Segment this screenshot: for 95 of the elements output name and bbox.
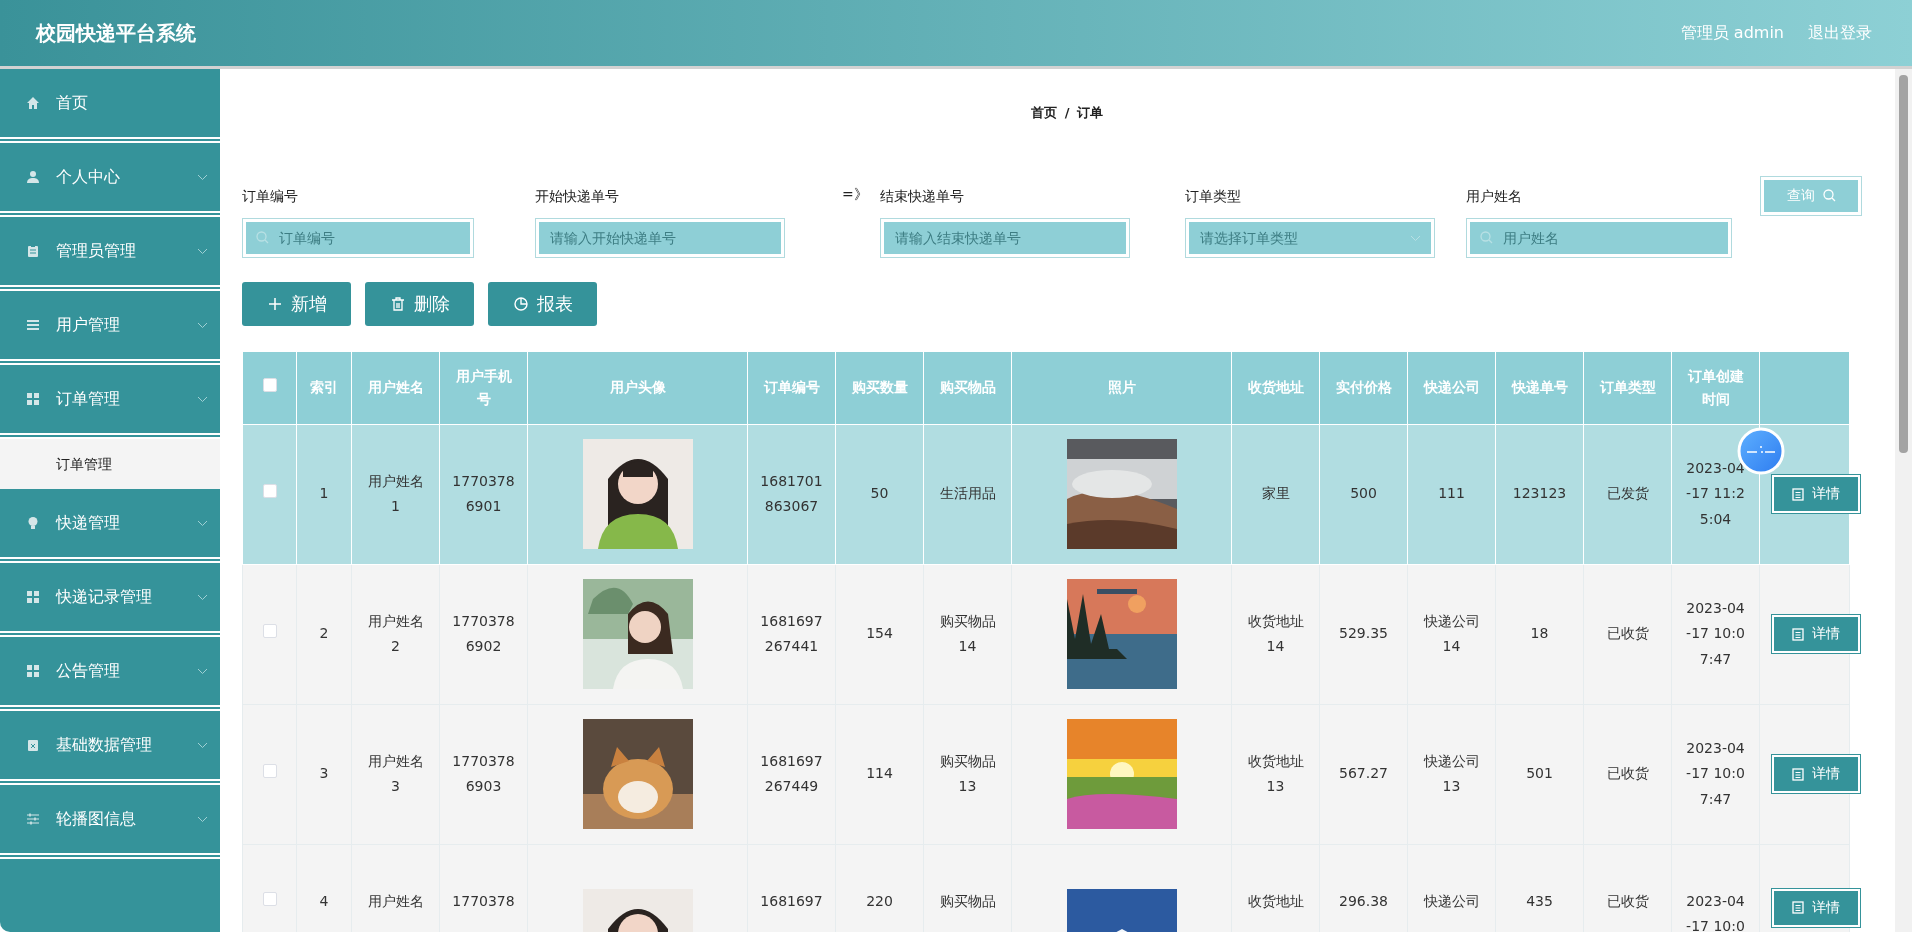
table-cell: 用户姓名 xyxy=(367,892,424,909)
detail-button[interactable]: 详情 xyxy=(1772,888,1860,927)
table-cell: 2023-04-17 10:07:47 xyxy=(1686,600,1745,667)
table-cell: 已收货 xyxy=(1606,892,1649,909)
table-cell: 123123 xyxy=(1512,485,1567,502)
report-button[interactable]: 报表 xyxy=(488,281,597,326)
table-cell: 用户姓名1 xyxy=(367,472,424,514)
table-cell: 296.38 xyxy=(1339,892,1388,909)
table-cell: 3 xyxy=(319,765,329,782)
breadcrumb-item[interactable]: 首页 xyxy=(1030,103,1057,123)
column-header: 订单创建时间 xyxy=(1687,368,1744,407)
table-cell: 已发货 xyxy=(1606,485,1649,502)
table-cell: 2 xyxy=(319,625,329,642)
input-field[interactable]: 订单编号 xyxy=(242,217,474,258)
field-label: 用户姓名 xyxy=(1466,186,1523,206)
admin-name: 管理员 admin xyxy=(1680,22,1784,44)
table-cell: 17703786901 xyxy=(452,472,515,514)
add-button[interactable]: 新增 xyxy=(242,281,351,326)
table-cell: 生活用品 xyxy=(939,485,996,502)
sidebar-item[interactable]: 个人中心 xyxy=(0,143,220,217)
table-cell: 18 xyxy=(1530,625,1549,642)
app-title: 校园快递平台系统 xyxy=(36,20,196,47)
table-cell: 用户姓名2 xyxy=(367,612,424,654)
table-cell: 1681697 xyxy=(760,892,823,909)
table-cell: 快递公司14 xyxy=(1423,612,1480,654)
column-header: 快递公司 xyxy=(1423,379,1480,396)
select-field[interactable]: 请选择订单类型 xyxy=(1185,217,1435,258)
field-label: 订单类型 xyxy=(1185,186,1242,206)
table-cell: 快递公司 xyxy=(1423,892,1480,909)
table-cell: 1681697267449 xyxy=(760,752,823,794)
column-header: 订单编号 xyxy=(763,379,820,396)
table-cell: 收货地址13 xyxy=(1247,752,1304,794)
table-cell: 收货地址 xyxy=(1247,892,1304,909)
column-header: 实付价格 xyxy=(1335,379,1392,396)
table-cell: 购买物品 xyxy=(939,892,996,909)
column-header: 用户头像 xyxy=(609,379,666,396)
range-arrow: =》 xyxy=(842,184,869,204)
column-header: 用户姓名 xyxy=(367,379,424,396)
detail-button[interactable]: 详情 xyxy=(1772,475,1860,513)
input-field[interactable]: 请输入开始快递单号 xyxy=(535,217,785,258)
column-header: 订单类型 xyxy=(1599,379,1656,396)
table-cell: 435 xyxy=(1526,892,1553,909)
table-cell: 收货地址14 xyxy=(1247,612,1304,654)
table-cell: 购买物品14 xyxy=(939,612,996,654)
input-field[interactable]: 请输入结束快递单号 xyxy=(880,217,1130,258)
table-cell: 1681697267441 xyxy=(760,612,823,654)
column-header: 收货地址 xyxy=(1247,379,1304,396)
table-cell: 1 xyxy=(319,485,329,502)
table-cell: 111 xyxy=(1438,485,1465,502)
sidebar-item[interactable]: 快递管理 xyxy=(0,489,220,563)
table-cell: 17703786902 xyxy=(452,612,515,654)
table-cell: 500 xyxy=(1350,485,1377,502)
table-cell: 501 xyxy=(1526,765,1553,782)
table-cell: 2023-04-17 11:25:04 xyxy=(1686,460,1745,527)
detail-button[interactable]: 详情 xyxy=(1772,615,1860,653)
field-label: 结束快递单号 xyxy=(880,186,965,206)
sidebar-item[interactable]: 管理员管理 xyxy=(0,217,220,291)
table-cell: 4 xyxy=(319,892,329,909)
sidebar-item[interactable]: 轮播图信息 xyxy=(0,785,220,859)
detail-button[interactable]: 详情 xyxy=(1772,755,1860,793)
table-cell: 已收货 xyxy=(1606,765,1649,782)
field-label: 开始快递单号 xyxy=(535,186,620,206)
sidebar-item[interactable]: 基础数据管理 xyxy=(0,711,220,785)
input-field[interactable]: 用户姓名 xyxy=(1466,217,1732,258)
column-header: 快递单号 xyxy=(1511,379,1568,396)
breadcrumb-item: 订单 xyxy=(1077,104,1104,122)
table-cell: 50 xyxy=(870,485,889,502)
table-cell: 2023-04-17 10:0 xyxy=(1686,892,1745,932)
sidebar-item[interactable]: 快递记录管理 xyxy=(0,563,220,637)
table-cell: 567.27 xyxy=(1339,765,1388,782)
submenu-item[interactable]: 订单管理 xyxy=(0,439,220,489)
table-cell: 114 xyxy=(866,765,893,782)
column-header: 用户手机号 xyxy=(455,368,512,407)
field-label: 订单编号 xyxy=(242,186,299,206)
table-cell: 已收货 xyxy=(1606,625,1649,642)
sidebar-item[interactable]: 用户管理 xyxy=(0,291,220,365)
table-cell: 家里 xyxy=(1261,485,1290,502)
column-header: 索引 xyxy=(310,379,338,396)
table-cell: 快递公司13 xyxy=(1423,752,1480,794)
sidebar-item[interactable]: 首页 xyxy=(0,69,220,143)
table-cell: 17703786903 xyxy=(452,752,515,794)
table-cell: 1770378 xyxy=(452,892,515,909)
column-header: 购买数量 xyxy=(851,379,908,396)
table-cell: 529.35 xyxy=(1339,625,1388,642)
table-cell: 154 xyxy=(866,625,893,642)
sidebar-item[interactable]: 公告管理 xyxy=(0,637,220,711)
column-header: 购买物品 xyxy=(939,379,996,396)
table-cell: 2023-04-17 10:07:47 xyxy=(1686,740,1745,807)
table-cell: 购买物品13 xyxy=(939,752,996,794)
table-cell: 220 xyxy=(866,892,893,909)
table-cell: 用户姓名3 xyxy=(367,752,424,794)
table-cell: 1681701863067 xyxy=(760,472,823,514)
delete-button[interactable]: 删除 xyxy=(365,281,474,326)
breadcrumb-separator: / xyxy=(1064,104,1070,122)
column-header: 照片 xyxy=(1107,379,1136,396)
